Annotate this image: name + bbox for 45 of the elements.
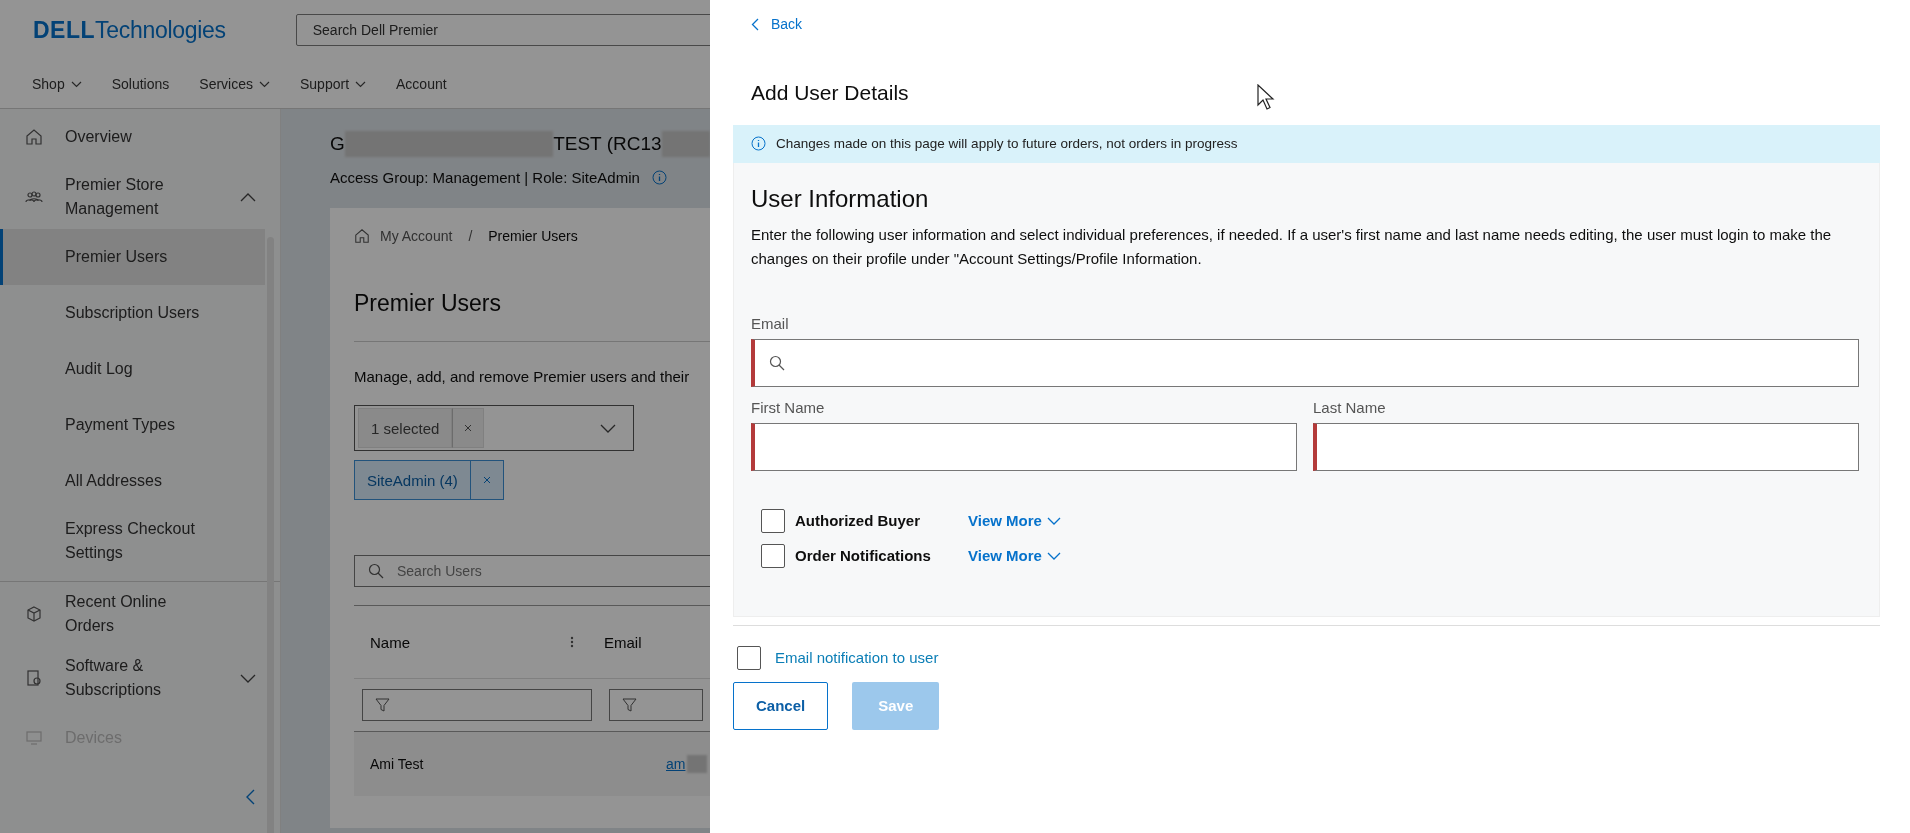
sidebar-subitem[interactable]: Express Checkout Settings xyxy=(0,509,265,573)
drawer-title: Add User Details xyxy=(751,80,909,106)
access-text: Access Group: Management | Role: SiteAdmin xyxy=(330,169,640,186)
dell-logo[interactable]: DELLTechnologies xyxy=(33,16,226,44)
checkbox-label: Authorized Buyer xyxy=(795,512,921,529)
info-banner-text: Changes made on this page will apply to future orders, not orders in progress xyxy=(776,136,1238,151)
sidebar-subitem[interactable]: Payment Types xyxy=(0,397,265,453)
email-link[interactable]: am xyxy=(666,756,686,772)
sidebar-subitem[interactable]: All Addresses xyxy=(0,453,265,509)
filter-chip[interactable]: SiteAdmin (4) xyxy=(354,460,504,500)
table-cell-text: Ami Test xyxy=(370,756,425,772)
field-label: Last Name xyxy=(1313,398,1387,416)
nav-link[interactable]: Solutions xyxy=(111,76,170,92)
section-title: User Information xyxy=(751,184,930,213)
sidebar-item[interactable]: Software & Subscriptions xyxy=(0,646,280,710)
column-header[interactable]: Email xyxy=(604,633,642,651)
breadcrumb-current: Premier Users xyxy=(488,228,578,244)
field-label: First Name xyxy=(751,398,826,416)
sidebar-item[interactable]: Premier Store Management xyxy=(0,165,280,229)
sidebar-subitem[interactable]: Premier Users xyxy=(0,229,265,285)
checkbox-label: Order Notifications xyxy=(795,547,932,564)
back-link[interactable]: Back xyxy=(751,16,803,32)
view-more-link[interactable]: View More xyxy=(968,512,1061,529)
search-field[interactable]: Search Dell Premier xyxy=(295,14,710,46)
nav-link[interactable]: Support xyxy=(300,76,367,92)
checkbox-label: Email notification to user xyxy=(775,649,939,666)
nav-link[interactable]: Services xyxy=(199,76,270,92)
account-name: G xyxy=(330,133,345,155)
cancel-button[interactable]: Cancel xyxy=(733,681,829,730)
breadcrumb-separator: / xyxy=(468,228,473,244)
sidebar-subitem[interactable]: Audit Log xyxy=(0,341,265,397)
selected-count-tag: 1 selected xyxy=(358,408,453,448)
user-search-field[interactable]: Search Users xyxy=(354,555,710,587)
account-name: TEST (RC13 xyxy=(553,133,662,155)
role-select[interactable]: 1 selected xyxy=(354,405,634,451)
sidebar-item[interactable]: Overview xyxy=(0,109,280,165)
nav-link[interactable]: Shop xyxy=(32,76,82,92)
description-text: Manage, add, and remove Premier users and their xyxy=(354,368,691,385)
view-more-link[interactable]: View More xyxy=(968,547,1061,564)
breadcrumb-link[interactable]: My Account xyxy=(380,228,453,244)
section-description: Enter the following user information and select individual preferences, if needed. If a user's first name and last name needs editing, the user must login to make the changes on their profile under "Account Settings/Profile Information. xyxy=(751,224,1833,269)
field-label: Email xyxy=(751,314,790,332)
sidebar-subitem[interactable]: Subscription Users xyxy=(0,285,265,341)
nav-link[interactable]: Account xyxy=(396,76,447,92)
column-header[interactable]: Name xyxy=(370,633,570,651)
